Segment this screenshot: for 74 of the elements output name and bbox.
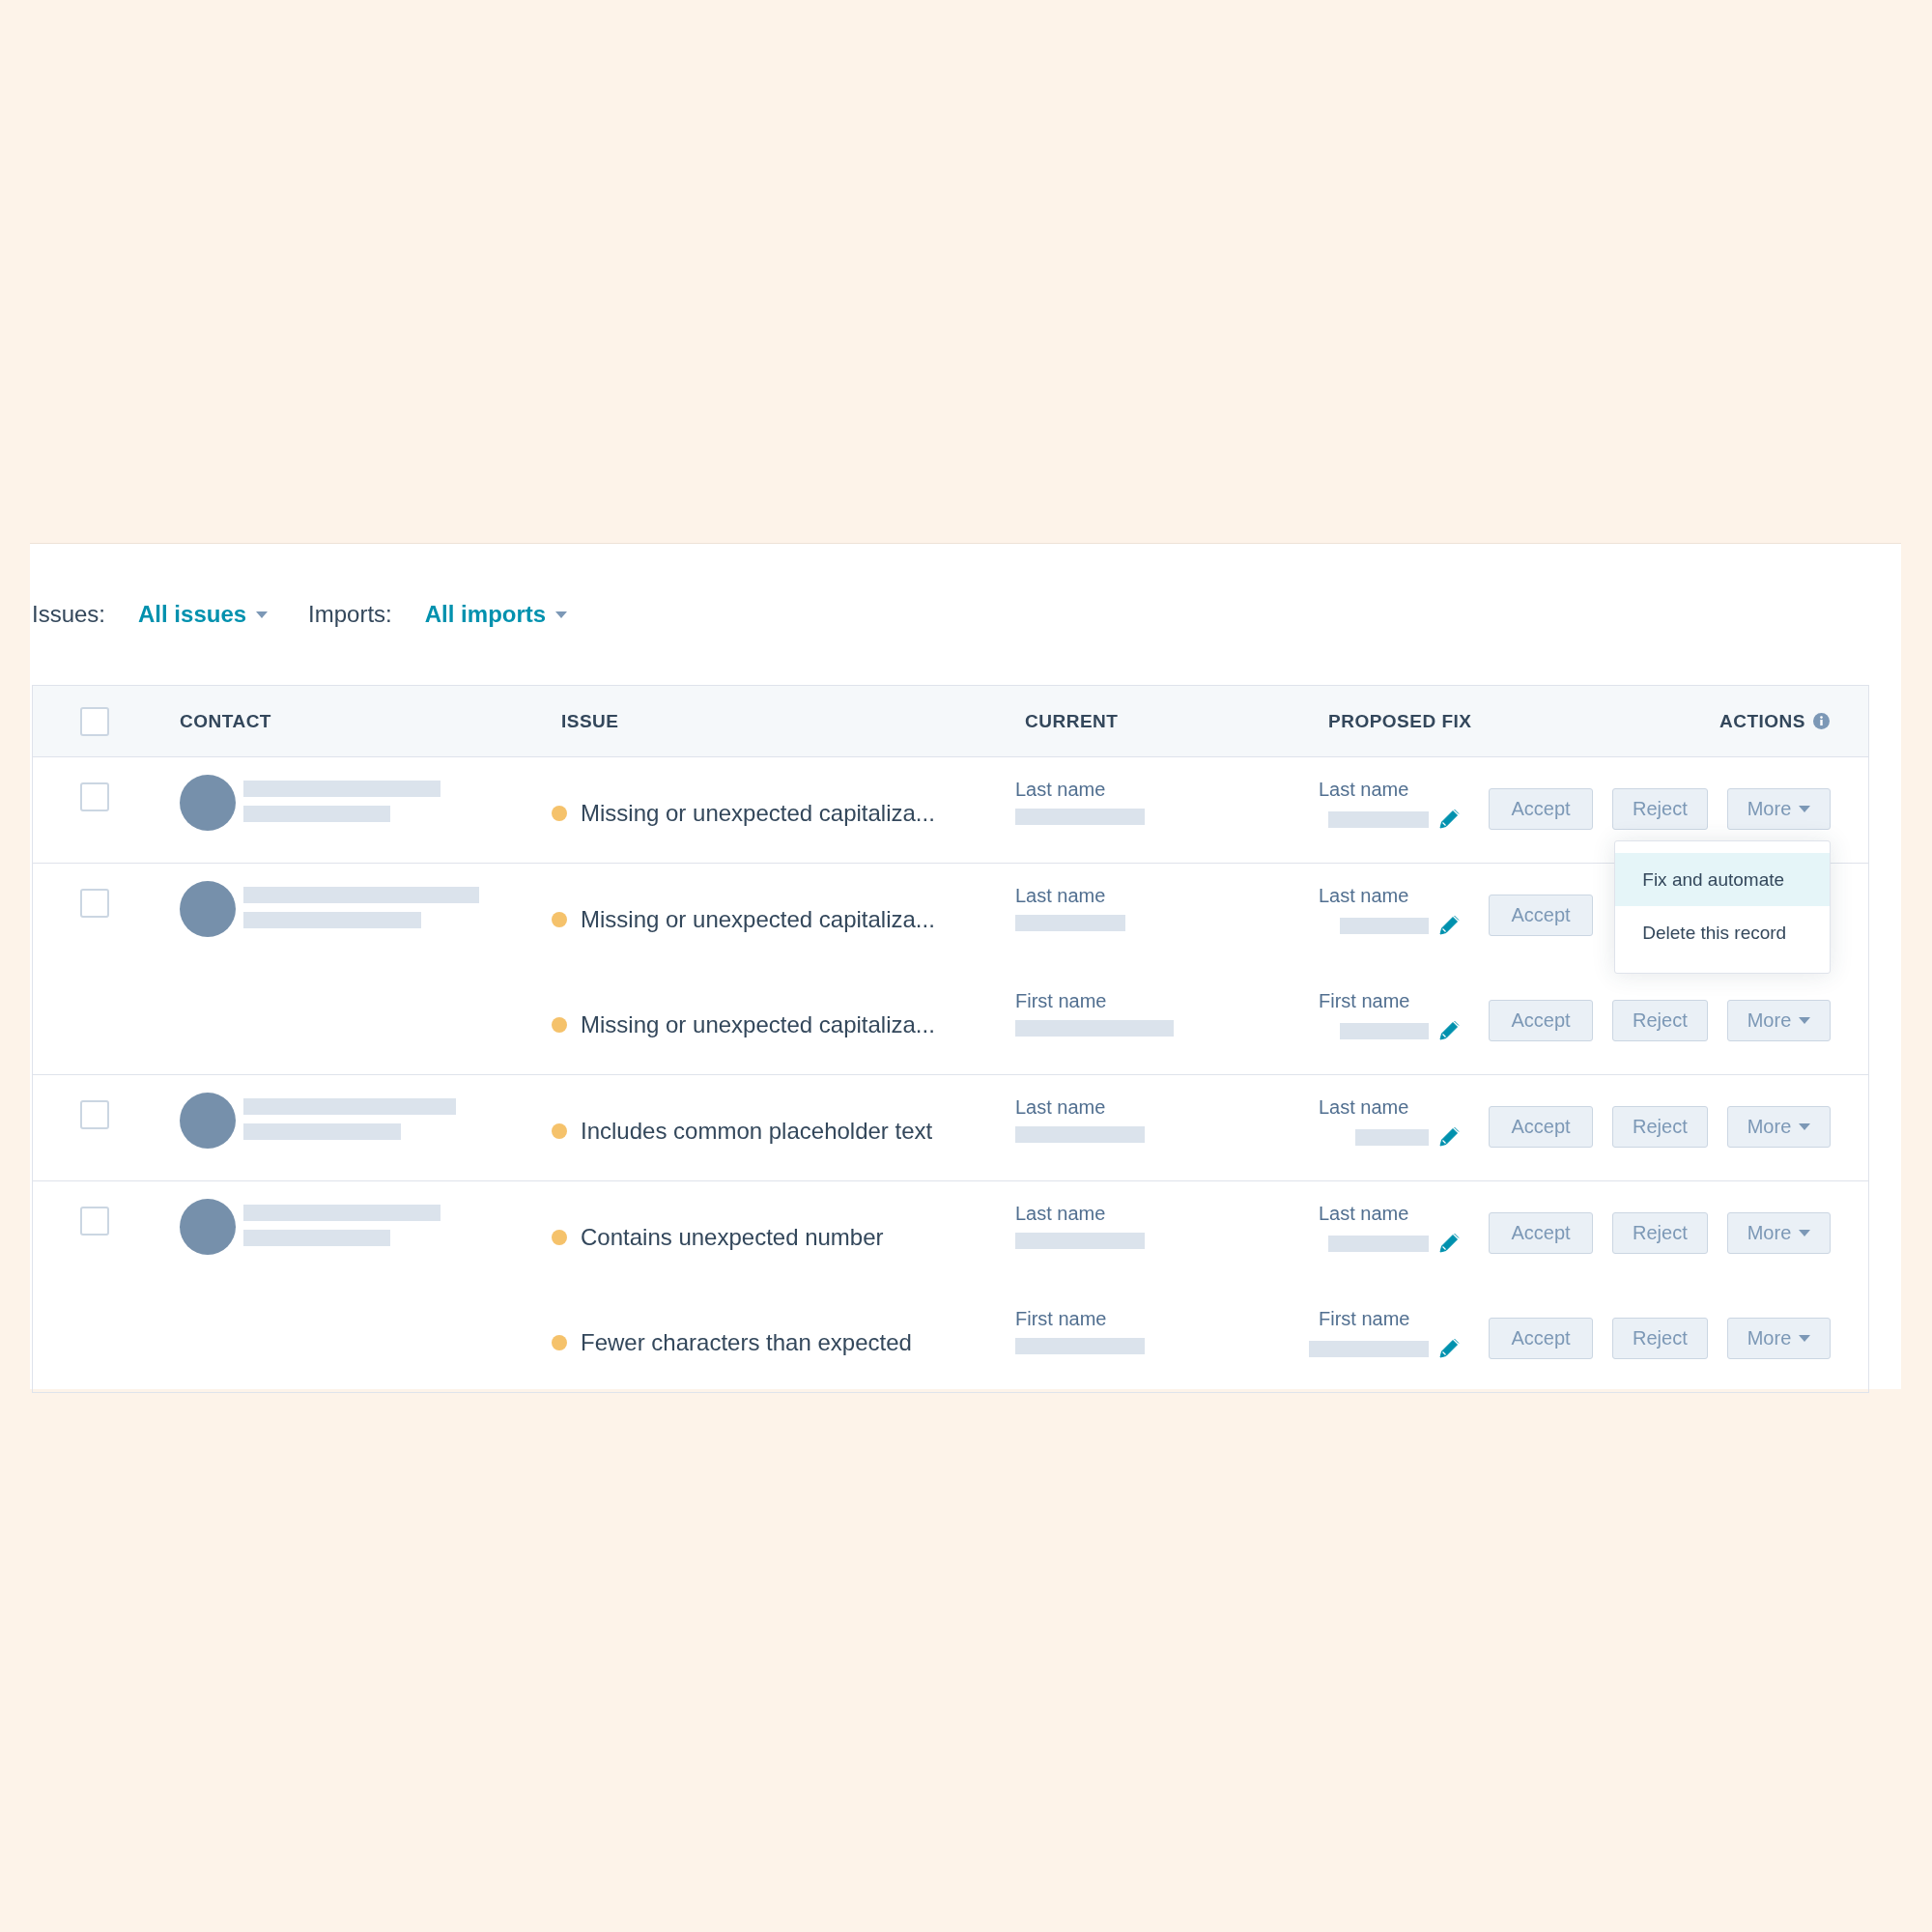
- menu-item[interactable]: Fix and automate: [1615, 853, 1831, 906]
- filter-dropdown[interactable]: All imports: [424, 601, 568, 628]
- column-header: ISSUE: [561, 710, 619, 732]
- issue-text: Includes common placeholder text: [581, 1117, 933, 1145]
- pencil-icon[interactable]: [1438, 1338, 1460, 1359]
- issue-text: Fewer characters than expected: [581, 1328, 912, 1356]
- field-label: Last name: [1015, 1203, 1107, 1225]
- field-label: First name: [1015, 990, 1108, 1012]
- avatar: [180, 881, 236, 937]
- select-all-checkbox[interactable]: [79, 706, 109, 736]
- avatar: [180, 1093, 236, 1149]
- checkbox[interactable]: [79, 889, 109, 918]
- caret-icon: [555, 611, 568, 618]
- action-button[interactable]: Reject: [1612, 1000, 1708, 1041]
- status-dot: [552, 805, 567, 821]
- issue-text: Missing or unexpected capitaliza...: [581, 1010, 935, 1038]
- action-button[interactable]: Accept: [1489, 1212, 1593, 1254]
- checkbox[interactable]: [79, 782, 109, 811]
- action-button[interactable]: Reject: [1612, 1318, 1708, 1359]
- menu-item[interactable]: Delete this record: [1615, 906, 1831, 959]
- column-header: CONTACT: [180, 710, 271, 732]
- caret-icon: [1799, 806, 1811, 812]
- caret-icon: [256, 611, 269, 618]
- column-header: PROPOSED FIX: [1328, 710, 1472, 732]
- field-label: Last name: [1319, 1096, 1409, 1119]
- field-label: Last name: [1015, 779, 1107, 801]
- action-button[interactable]: Accept: [1489, 895, 1593, 936]
- action-button[interactable]: Accept: [1489, 1106, 1593, 1148]
- checkbox[interactable]: [79, 1100, 109, 1129]
- info-icon[interactable]: [1813, 713, 1830, 729]
- more-button[interactable]: More: [1726, 1318, 1832, 1359]
- pencil-icon[interactable]: [1438, 1126, 1460, 1148]
- filter-dropdown[interactable]: All issues: [138, 601, 269, 628]
- filter-label: Imports:: [308, 601, 392, 628]
- field-label: Last name: [1319, 885, 1409, 907]
- caret-icon: [1799, 1123, 1811, 1130]
- pencil-icon[interactable]: [1438, 915, 1460, 936]
- field-label: Last name: [1015, 885, 1107, 907]
- filter-label: Issues:: [32, 601, 106, 628]
- avatar: [180, 775, 236, 831]
- field-label: Last name: [1015, 1096, 1107, 1119]
- avatar: [180, 1199, 236, 1255]
- caret-icon: [1799, 1230, 1811, 1236]
- more-button[interactable]: More: [1726, 1212, 1832, 1254]
- issue-text: Missing or unexpected capitaliza...: [581, 905, 935, 933]
- action-button[interactable]: Reject: [1612, 1212, 1708, 1254]
- field-label: First name: [1015, 1308, 1108, 1330]
- pencil-icon[interactable]: [1438, 809, 1460, 830]
- issue-text: Contains unexpected number: [581, 1223, 884, 1251]
- status-dot: [552, 1016, 567, 1033]
- action-button[interactable]: Accept: [1489, 1318, 1593, 1359]
- field-label: First name: [1319, 1308, 1410, 1330]
- more-button[interactable]: More: [1726, 788, 1832, 830]
- column-header: CURRENT: [1025, 710, 1119, 732]
- caret-icon: [1799, 1335, 1811, 1342]
- action-button[interactable]: Accept: [1489, 1000, 1593, 1041]
- more-button[interactable]: More: [1726, 1106, 1832, 1148]
- pencil-icon[interactable]: [1438, 1233, 1460, 1254]
- status-dot: [552, 911, 567, 927]
- field-label: First name: [1319, 990, 1410, 1012]
- caret-icon: [1799, 1017, 1811, 1024]
- issue-text: Missing or unexpected capitaliza...: [581, 799, 935, 827]
- more-button[interactable]: More: [1726, 1000, 1832, 1041]
- pencil-icon[interactable]: [1438, 1020, 1460, 1041]
- action-button[interactable]: Reject: [1612, 788, 1708, 830]
- status-dot: [552, 1122, 567, 1139]
- status-dot: [552, 1334, 567, 1350]
- field-label: Last name: [1319, 1203, 1409, 1225]
- column-header: ACTIONS: [1719, 710, 1805, 732]
- checkbox[interactable]: [79, 1207, 109, 1236]
- action-button[interactable]: Reject: [1612, 1106, 1708, 1148]
- action-button[interactable]: Accept: [1489, 788, 1593, 830]
- status-dot: [552, 1229, 567, 1245]
- field-label: Last name: [1319, 779, 1409, 801]
